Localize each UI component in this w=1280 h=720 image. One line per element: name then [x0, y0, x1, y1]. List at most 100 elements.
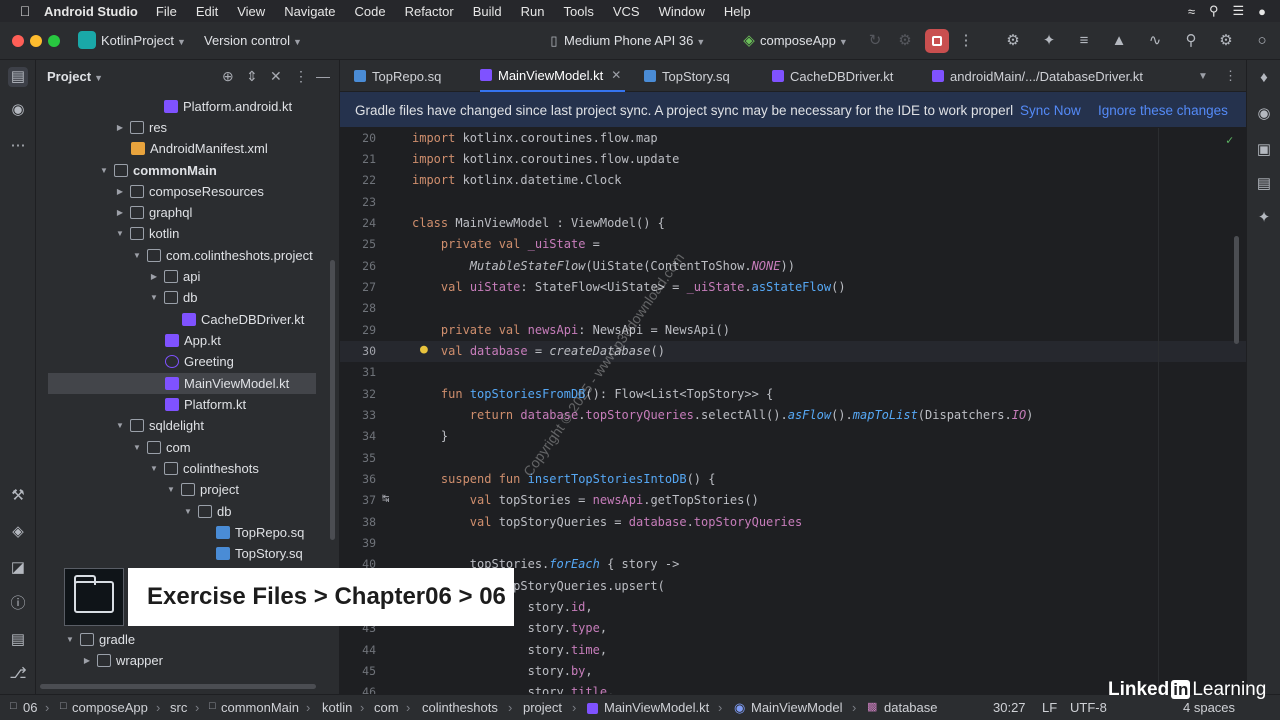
logcat-icon[interactable]: ◪ [8, 558, 28, 578]
tree-item-mainviewmodel[interactable]: MainViewModel.kt [48, 373, 316, 394]
collapse-all-icon[interactable]: ✕ [270, 68, 282, 85]
tree-item-toprepo-sq[interactable]: TopRepo.sq [216, 522, 334, 543]
device-mirror-icon[interactable]: ▤ [1254, 174, 1274, 194]
terminal-icon[interactable]: ▤ [8, 630, 28, 650]
caret-position[interactable]: 30:27 [993, 700, 1026, 715]
breadcrumb-commonmain[interactable]: commonMain [221, 700, 299, 715]
commit-icon[interactable]: ◉ [8, 100, 28, 120]
tree-item-app-kt[interactable]: App.kt [165, 330, 334, 351]
version-control-selector[interactable]: Version control ▼ [204, 33, 302, 48]
menu-file[interactable]: File [156, 4, 177, 19]
expand-all-icon[interactable]: ⇕ [246, 68, 258, 85]
breadcrumb-composeapp[interactable]: composeApp [72, 700, 148, 715]
tab-topstory-sq[interactable]: TopStory.sq [644, 60, 730, 92]
ignore-changes-link[interactable]: Ignore these changes [1098, 103, 1228, 118]
chevron-down-icon[interactable]: ▼ [148, 464, 160, 473]
tree-item-kotlin[interactable]: ▼ kotlin [114, 223, 334, 244]
rerun-icon[interactable]: ↻ [866, 32, 884, 50]
project-vertical-scrollbar[interactable] [330, 260, 335, 540]
chevron-down-icon[interactable]: ▼ [64, 635, 76, 644]
sync-now-link[interactable]: Sync Now [1020, 103, 1081, 118]
problems-icon[interactable]: ⓘ [8, 594, 28, 614]
breadcrumb-project[interactable]: project [523, 700, 562, 715]
project-selector[interactable]: KotlinProject ▼ [101, 33, 186, 48]
tree-item-androidmanifest[interactable]: AndroidManifest.xml [131, 138, 334, 159]
account-icon[interactable]: ○ [1253, 32, 1271, 50]
debug-icon[interactable]: ⚙ [896, 32, 914, 50]
no-problems-check-icon[interactable]: ✓ [1226, 133, 1233, 147]
tab-list-chevron-down-icon[interactable]: ▼ [1198, 60, 1208, 92]
breadcrumb-mainviewmodel-kt[interactable]: MainViewModel.kt [604, 700, 709, 715]
ai-assistant-icon[interactable]: ✦ [1040, 32, 1058, 50]
project-folder-icon[interactable]: ▤ [8, 67, 28, 87]
menu-window[interactable]: Window [659, 4, 705, 19]
tree-item-cachedbdriver[interactable]: CacheDBDriver.kt [182, 309, 334, 330]
menu-tools[interactable]: Tools [564, 4, 594, 19]
chevron-right-icon[interactable]: ▶ [148, 272, 160, 281]
breadcrumb-database[interactable]: database [884, 700, 938, 715]
project-panel-title[interactable]: Project ▼ [47, 69, 103, 84]
chevron-right-icon[interactable]: ▶ [114, 187, 126, 196]
tree-item-res[interactable]: ▶ res [114, 117, 334, 138]
settings-gear-icon[interactable]: ⚙ [1217, 32, 1235, 50]
tree-item-com[interactable]: ▼ com [131, 437, 334, 458]
ai-spark-icon[interactable]: ✦ [1254, 208, 1274, 228]
zoom-window-button[interactable] [48, 35, 60, 47]
menu-view[interactable]: View [237, 4, 265, 19]
chevron-down-icon[interactable]: ▼ [165, 485, 177, 494]
menu-build[interactable]: Build [473, 4, 502, 19]
chevron-down-icon[interactable]: ▼ [131, 251, 143, 260]
tab-options-icon[interactable]: ⋮ [1224, 60, 1237, 92]
project-horizontal-scrollbar[interactable] [40, 684, 316, 689]
breadcrumb-src[interactable]: src [170, 700, 187, 715]
sdk-manager-icon[interactable]: ≡ [1075, 32, 1093, 50]
control-center-icon[interactable]: ☰ [1232, 3, 1244, 19]
breadcrumb-colintheshots[interactable]: colintheshots [422, 700, 498, 715]
hide-panel-icon[interactable]: — [316, 68, 330, 84]
tree-item-sqldelight[interactable]: ▼ sqldelight [114, 415, 334, 436]
chevron-down-icon[interactable]: ▼ [182, 507, 194, 516]
chevron-down-icon[interactable]: ▼ [98, 166, 110, 175]
file-encoding[interactable]: UTF-8 [1070, 700, 1107, 715]
line-separator[interactable]: LF [1042, 700, 1057, 715]
tab-cachedbdriver-kt[interactable]: CacheDBDriver.kt [772, 60, 893, 92]
tree-item-topstory-sq[interactable]: TopStory.sq [216, 543, 334, 564]
close-tab-icon[interactable]: ✕ [611, 68, 621, 82]
breadcrumb-com[interactable]: com [374, 700, 399, 715]
close-window-button[interactable] [12, 35, 24, 47]
app-menu[interactable]: Android Studio [44, 4, 138, 19]
chevron-down-icon[interactable]: ▼ [131, 443, 143, 452]
run-icon[interactable]: ◈ [8, 522, 28, 542]
locate-file-icon[interactable]: ⊕ [222, 68, 234, 85]
profiler-icon[interactable]: ∿ [1146, 32, 1164, 50]
device-selector[interactable]: Medium Phone API 36 ▼ [564, 33, 705, 48]
breadcrumb-mainviewmodel-class[interactable]: MainViewModel [751, 700, 843, 715]
tree-item-wrapper[interactable]: ▶ wrapper [81, 650, 334, 671]
menu-help[interactable]: Help [724, 4, 751, 19]
more-actions-icon[interactable]: ⋮ [957, 32, 975, 50]
apple-icon[interactable]:  [16, 3, 34, 19]
build-hammer-icon[interactable]: ⚒ [8, 486, 28, 506]
menu-run[interactable]: Run [521, 4, 545, 19]
chevron-down-icon[interactable]: ▼ [148, 293, 160, 302]
chevron-down-icon[interactable]: ▼ [114, 229, 126, 238]
chevron-down-icon[interactable]: ▼ [114, 421, 126, 430]
menu-code[interactable]: Code [355, 4, 386, 19]
tree-item-db-sq[interactable]: ▼ db [182, 501, 334, 522]
tab-toprepo-sq[interactable]: TopRepo.sq [354, 60, 441, 92]
tree-item-gradle[interactable]: ▼ gradle [64, 629, 334, 650]
search-icon[interactable]: ⚲ [1209, 3, 1219, 19]
wifi-icon[interactable]: ≈ [1188, 4, 1195, 19]
search-everywhere-icon[interactable]: ⚲ [1182, 32, 1200, 50]
gradle-sync-icon[interactable]: ⚙ [1004, 32, 1022, 50]
editor-vertical-scrollbar[interactable] [1234, 236, 1239, 344]
chevron-right-icon[interactable]: ▶ [114, 208, 126, 217]
notifications-bell-icon[interactable]: ♦ [1254, 68, 1274, 88]
device-manager-icon[interactable]: ▲ [1110, 32, 1128, 50]
stop-button[interactable] [925, 29, 949, 53]
tree-item-platform-kt[interactable]: Platform.kt [165, 394, 334, 415]
tree-item-commonmain[interactable]: ▼ commonMain [98, 160, 334, 181]
chevron-right-icon[interactable]: ▶ [114, 123, 126, 132]
breadcrumb-kotlin[interactable]: kotlin [322, 700, 352, 715]
menu-vcs[interactable]: VCS [613, 4, 640, 19]
